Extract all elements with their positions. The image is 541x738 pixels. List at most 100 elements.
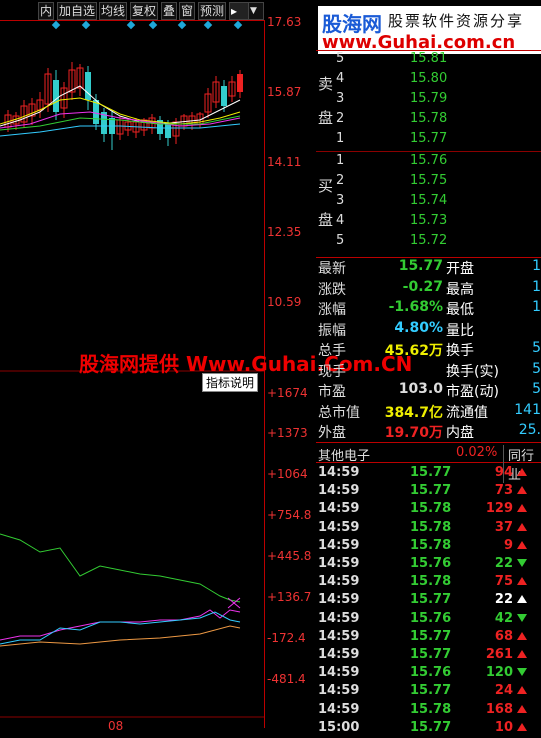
tick-row[interactable]: 14:59 15.78 9 [316, 538, 541, 556]
tick-time: 14:59 [318, 483, 360, 499]
quote-value: 1 [532, 278, 541, 295]
tick-row[interactable]: 14:59 15.78 75 [316, 574, 541, 592]
tick-price: 15.77 [410, 592, 452, 608]
tick-volume: 68 [494, 628, 513, 644]
price: 15.81 [410, 51, 448, 66]
arrow-up-icon [517, 504, 527, 513]
sell-row[interactable]: 2 15.78 [316, 111, 541, 131]
indicator-axis-label: +754.8 [267, 508, 312, 522]
tick-price: 15.77 [410, 628, 452, 644]
tick-time: 14:59 [318, 628, 360, 644]
quote-value: 25. [518, 422, 541, 438]
quote-label: 最低 [446, 302, 474, 318]
tick-time: 15:00 [318, 719, 360, 735]
sell-row[interactable]: 5 15.81 [316, 51, 541, 71]
indicator-axis-label: -481.4 [267, 672, 306, 686]
quote-value: 5 [532, 340, 541, 356]
tick-price: 15.77 [410, 483, 452, 499]
buy-row[interactable]: 5 15.72 [316, 233, 541, 253]
quote-value: 103.0 [398, 381, 443, 397]
sell-row[interactable]: 1 15.77 [316, 131, 541, 151]
tick-row[interactable]: 14:59 15.76 120 [316, 665, 541, 683]
level-number: 4 [336, 213, 345, 228]
arrow-up-icon [517, 631, 527, 640]
quote-value: 15.77 [398, 258, 443, 274]
tick-row[interactable]: 14:59 15.78 168 [316, 702, 541, 720]
quote-value: -1.68% [388, 299, 443, 315]
tick-row[interactable]: 14:59 15.77 22 [316, 592, 541, 610]
indicator-help-button[interactable]: 指标说明 [202, 373, 259, 392]
arrow-up-icon [517, 650, 527, 658]
price: 15.75 [410, 173, 448, 188]
indicator-axis-label: +1064 [267, 467, 308, 481]
sell-row[interactable]: 3 15.79 [316, 91, 541, 111]
tick-time: 14:59 [318, 519, 360, 535]
tick-row[interactable]: 14:59 15.78 129 [316, 501, 541, 519]
tick-time: 14:59 [318, 501, 360, 517]
tick-price: 15.77 [410, 647, 452, 662]
tick-volume: 129 [485, 501, 513, 517]
sector-bar[interactable]: 其他电子 0.02% 同行业 [316, 444, 541, 483]
arrow-up-icon [517, 595, 527, 604]
arrow-up-icon [517, 486, 527, 495]
quote-label: 市盈(动) [446, 384, 499, 400]
arrow-up-icon [517, 686, 527, 695]
price: 15.74 [410, 193, 448, 208]
tick-row[interactable]: 14:59 15.77 68 [316, 629, 541, 647]
sector-change: 0.02% [456, 445, 498, 460]
price-axis-label: 12.35 [267, 225, 302, 239]
tick-row[interactable]: 15:00 15.77 10 [316, 720, 541, 738]
tick-price: 15.78 [410, 537, 452, 553]
tick-price: 15.78 [410, 519, 452, 535]
arrow-down-icon [517, 613, 527, 622]
buy-row[interactable]: 2 15.75 [316, 173, 541, 193]
level-number: 5 [336, 233, 345, 248]
price: 15.73 [410, 213, 448, 228]
quote-label: 总市值 [318, 404, 360, 421]
tick-row[interactable]: 14:59 15.78 37 [316, 520, 541, 538]
level-number: 3 [336, 193, 345, 208]
order-book: 卖 盘 5 15.81 4 15.80 3 15.79 2 15.78 1 15.77 买… [316, 50, 541, 258]
buy-row[interactable]: 1 15.76 [316, 153, 541, 173]
level-number: 2 [336, 111, 345, 126]
quote-label: 换手(实) [446, 363, 499, 380]
logo-sub-text: 股票软件资源分享 [388, 12, 525, 30]
tick-row[interactable]: 14:59 15.77 73 [316, 483, 541, 501]
quote-label: 开盘 [446, 261, 474, 277]
quote-value: 45.62万 [384, 343, 443, 359]
tick-row[interactable]: 14:59 15.76 42 [316, 611, 541, 629]
buy-row[interactable]: 4 15.73 [316, 213, 541, 233]
tick-volume: 42 [494, 610, 513, 626]
tick-time: 14:59 [318, 701, 360, 717]
arrow-up-icon [517, 577, 527, 586]
quote-value: 1 [532, 299, 541, 315]
tick-row[interactable]: 14:59 15.77 94 [316, 465, 541, 483]
tick-time: 14:59 [318, 556, 360, 571]
sector-name: 其他电子 [318, 449, 371, 464]
quote-value: -0.27 [402, 278, 443, 295]
tick-price: 15.78 [410, 501, 452, 517]
quote-value: 141 [514, 401, 541, 418]
quote-label: 市盈 [318, 384, 346, 400]
indicator-axis-label: +1674 [267, 386, 308, 400]
buy-row[interactable]: 3 15.74 [316, 193, 541, 213]
tick-row[interactable]: 14:59 15.77 24 [316, 683, 541, 701]
price: 15.80 [410, 71, 448, 86]
level-number: 5 [336, 51, 345, 66]
tick-volume: 22 [494, 556, 513, 571]
tick-volume: 73 [494, 483, 513, 499]
sell-row[interactable]: 4 15.80 [316, 71, 541, 91]
tick-row[interactable]: 14:59 15.76 22 [316, 556, 541, 574]
quote-label: 振幅 [318, 322, 346, 339]
tick-time: 14:59 [318, 647, 360, 662]
quote-label: 内盘 [446, 425, 474, 441]
quote-label: 外盘 [318, 425, 346, 441]
tick-volume: 22 [494, 592, 513, 608]
tick-row[interactable]: 14:59 15.77 261 [316, 647, 541, 665]
order-book-divider [316, 151, 541, 152]
tick-price: 15.77 [410, 719, 452, 735]
quote-panel: 最新 15.77 开盘 1 涨跌 -0.27 最高 1 涨幅 -1.68% 最低 1 振幅 4.80% 量比… [316, 256, 541, 443]
quote-value: 384.7亿 [384, 404, 443, 421]
quote-value: 5 [532, 360, 541, 377]
tick-price: 15.76 [410, 610, 452, 626]
